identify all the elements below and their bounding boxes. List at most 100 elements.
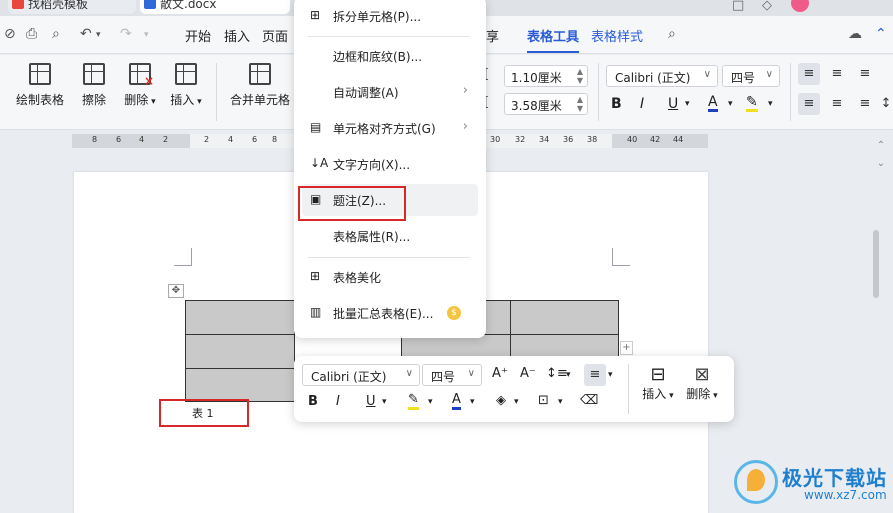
highlight-icon[interactable]: ✎ (746, 95, 758, 112)
collapse-ribbon-icon[interactable]: ⌃ (875, 26, 887, 42)
text-direction-icon[interactable]: ↕ (880, 93, 892, 115)
insert-button[interactable]: 插入 ▾ (156, 63, 216, 108)
shading-icon[interactable]: ◈ (496, 393, 506, 408)
mini-font-color-dropdown-icon[interactable]: ▾ (470, 397, 475, 407)
menu-table-tools[interactable]: 表格工具 (527, 26, 580, 53)
mini-italic-icon[interactable]: I (336, 394, 340, 409)
ruler-number: 34 (539, 135, 550, 144)
menu-insert[interactable]: 插入 (224, 26, 250, 45)
table-cell[interactable] (510, 300, 619, 335)
borders-icon[interactable]: ⊡ (538, 393, 549, 408)
bold-icon[interactable]: B (611, 96, 622, 112)
draw-table-button[interactable]: 绘制表格 (10, 63, 70, 108)
mini-underline-icon[interactable]: U (366, 394, 376, 409)
eraser-icon[interactable]: ⌫ (580, 393, 598, 408)
add-column-button[interactable]: + (620, 341, 633, 355)
font-color-dropdown-icon[interactable]: ▾ (728, 99, 733, 109)
mini-align-icon[interactable]: ≡ (584, 364, 606, 386)
align-top-icon[interactable]: ≡ (798, 63, 820, 85)
word-app-icon (144, 0, 156, 9)
tab-document[interactable]: 散文.docx (140, 0, 290, 14)
mini-font-name-select[interactable]: Calibri (正文) ∨ (302, 364, 420, 386)
undo-dropdown-icon[interactable]: ▾ (96, 30, 101, 40)
mini-delete-button[interactable]: ⊠ 删除 ▾ (682, 364, 722, 402)
menu-item-borders-shading[interactable]: 边框和底纹(B)... (302, 40, 478, 72)
mini-highlight-dropdown-icon[interactable]: ▾ (428, 397, 433, 407)
borders-dropdown-icon[interactable]: ▾ (558, 397, 563, 407)
column-width-input[interactable]: 3.58厘米 ▲ ▼ (504, 93, 588, 115)
redo-icon[interactable]: ↷ (120, 26, 132, 42)
row-height-spinner[interactable]: ▲ ▼ (577, 67, 583, 85)
print-icon[interactable]: ⎙ (26, 26, 37, 42)
menu-item-text-direction[interactable]: ↓A 文字方向(X)... (302, 148, 478, 180)
mini-font-color-icon[interactable]: A (452, 393, 461, 410)
table-caption[interactable]: 表 1 (192, 405, 214, 421)
align-bottom-icon[interactable]: ≡ (854, 63, 876, 85)
chevron-right-icon: › (462, 83, 468, 98)
mini-bold-icon[interactable]: B (308, 394, 318, 409)
highlight-dropdown-icon[interactable]: ▾ (768, 99, 773, 109)
mini-underline-dropdown-icon[interactable]: ▾ (382, 397, 387, 407)
avatar[interactable] (791, 0, 809, 12)
line-spacing-dropdown-icon[interactable]: ▾ (566, 370, 571, 380)
shield-icon[interactable]: ◇ (762, 0, 776, 13)
undo-icon[interactable]: ↶ (80, 26, 92, 42)
insert-label: 插入 (170, 93, 195, 107)
mini-font-size-select[interactable]: 四号 ∨ (422, 364, 482, 386)
mini-highlight-icon[interactable]: ✎ (408, 393, 419, 410)
scrollbar-thumb[interactable] (873, 230, 879, 298)
table-cell[interactable] (185, 300, 295, 335)
shrink-font-icon[interactable]: A⁻ (520, 366, 536, 381)
mini-align-dropdown-icon[interactable]: ▾ (608, 370, 613, 380)
underline-dropdown-icon[interactable]: ▾ (685, 99, 690, 109)
link-icon[interactable]: ⊘ (4, 26, 16, 42)
shading-dropdown-icon[interactable]: ▾ (514, 397, 519, 407)
print-preview-icon[interactable]: ⌕ (52, 26, 60, 42)
menu-item-batch-summary[interactable]: ▥ 批量汇总表格(E)... $ (302, 297, 478, 329)
chevron-down-icon: ∨ (765, 69, 773, 80)
menu-item-table-properties[interactable]: 表格属性(R)... (302, 220, 478, 252)
column-width-spinner[interactable]: ▲ ▼ (577, 95, 583, 113)
cell-align-icon: ▤ (310, 120, 322, 134)
row-height-input[interactable]: 1.10厘米 ▲ ▼ (504, 65, 588, 87)
ruler-number: 30 (490, 135, 501, 144)
column-width-value: 3.58厘米 (511, 99, 562, 113)
font-size-select[interactable]: 四号 ∨ (722, 65, 780, 87)
search-icon[interactable]: ⌕ (668, 26, 676, 42)
table-cell[interactable] (185, 334, 295, 369)
font-name-select[interactable]: Calibri (正文) ∨ (606, 65, 718, 87)
line-spacing-icon[interactable]: ↕≡ (546, 366, 568, 381)
cloud-icon[interactable]: ☁ (848, 26, 862, 42)
merge-cells-button[interactable]: 合并单元格 (228, 63, 292, 108)
floating-mini-toolbar: Calibri (正文) ∨ 四号 ∨ A⁺ A⁻ ↕≡ ▾ ≡ ▾ B I U ▾… (294, 356, 734, 422)
grow-font-icon[interactable]: A⁺ (492, 366, 508, 381)
menu-share[interactable]: 享 (486, 26, 499, 45)
window-icon[interactable]: □ (732, 0, 746, 13)
align-middle-icon[interactable]: ≡ (826, 63, 848, 85)
align-center-icon[interactable]: ≡ (826, 93, 848, 115)
mini-divider (628, 364, 629, 414)
menu-item-cell-alignment[interactable]: ▤ 单元格对齐方式(G) › (302, 112, 478, 144)
menu-table-style[interactable]: 表格样式 (591, 26, 643, 45)
insert-row-icon: ⊟ (650, 364, 666, 385)
menu-item-auto-fit[interactable]: 自动调整(A) › (302, 76, 478, 108)
vertical-scrollbar[interactable] (872, 150, 880, 513)
font-color-icon[interactable]: A (708, 95, 718, 112)
italic-icon[interactable]: I (640, 96, 644, 112)
menu-item-table-beautify[interactable]: ⊞ 表格美化 (302, 261, 478, 293)
align-left-icon[interactable]: ≡ (798, 93, 820, 115)
table-move-handle[interactable]: ✥ (168, 284, 184, 298)
menu-home[interactable]: 开始 (185, 26, 211, 45)
mini-insert-button[interactable]: ⊟ 插入 ▾ (638, 364, 678, 402)
redo-dropdown-icon[interactable]: ▾ (144, 30, 149, 40)
align-right-icon[interactable]: ≡ (854, 93, 876, 115)
tab-template[interactable]: 找稻壳模板 (8, 0, 136, 14)
split-cells-icon: ⊞ (310, 8, 321, 22)
chevron-down-icon: ∨ (405, 368, 413, 379)
underline-icon[interactable]: U (668, 96, 678, 112)
table-cell[interactable] (185, 368, 295, 402)
chevron-down-icon: ∨ (467, 368, 475, 379)
menu-page[interactable]: 页面 (262, 26, 288, 45)
menu-item-split-cells[interactable]: ⊞ 拆分单元格(P)... (302, 0, 478, 32)
menu-item-label: 表格属性(R)... (333, 230, 411, 244)
